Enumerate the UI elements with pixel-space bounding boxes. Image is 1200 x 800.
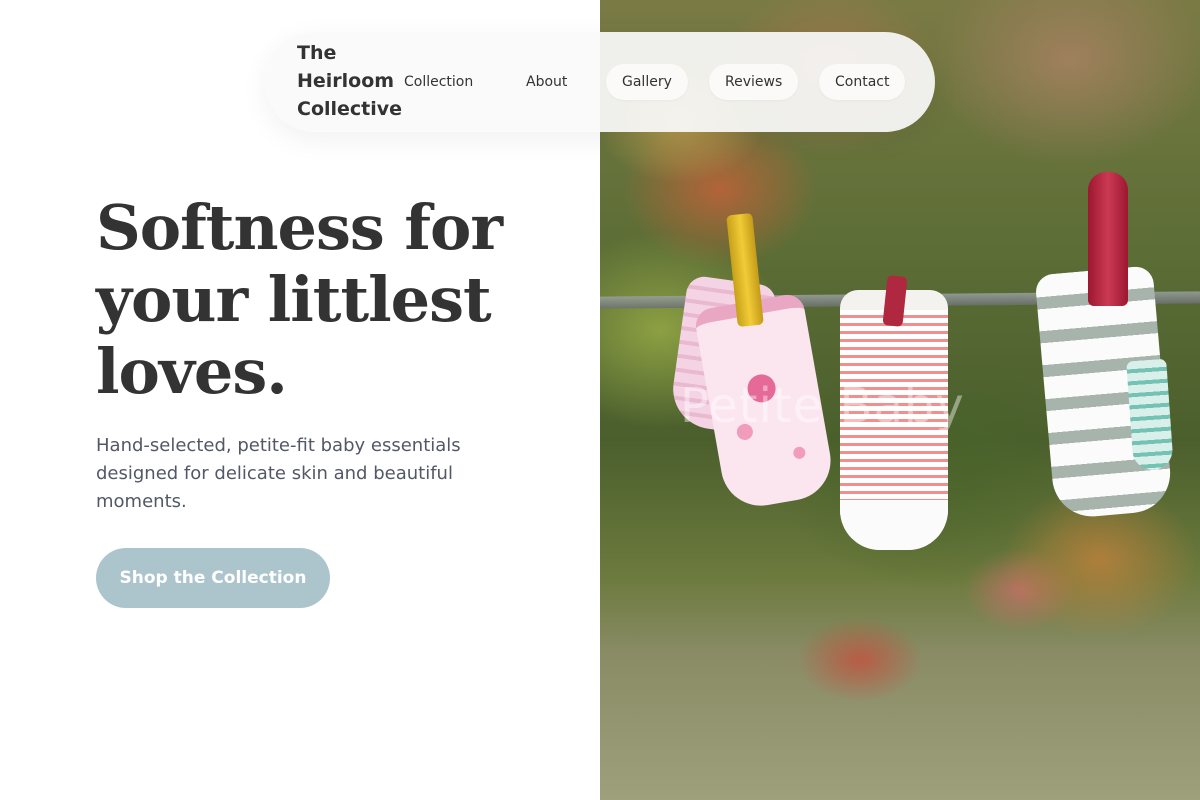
image-watermark: Petite Baby xyxy=(680,378,965,434)
brand-logo-text[interactable]: The Heirloom Collective xyxy=(297,39,402,123)
shop-collection-button[interactable]: Shop the Collection xyxy=(96,548,330,608)
main-navbar: The Heirloom Collective Collection About… xyxy=(265,32,935,132)
teal-striped-sock xyxy=(1126,358,1174,472)
nav-item-contact[interactable]: Contact xyxy=(819,64,906,100)
nav-item-about[interactable]: About xyxy=(526,64,567,100)
red-clothespin-large xyxy=(1088,172,1128,306)
nav-item-collection[interactable]: Collection xyxy=(404,64,473,100)
nav-item-reviews[interactable]: Reviews xyxy=(709,64,799,100)
hero-subtext: Hand-selected, petite-fit baby essential… xyxy=(96,435,461,512)
nav-item-gallery[interactable]: Gallery xyxy=(606,64,688,100)
hero-headline: Softness for your littlest loves. xyxy=(96,191,503,408)
